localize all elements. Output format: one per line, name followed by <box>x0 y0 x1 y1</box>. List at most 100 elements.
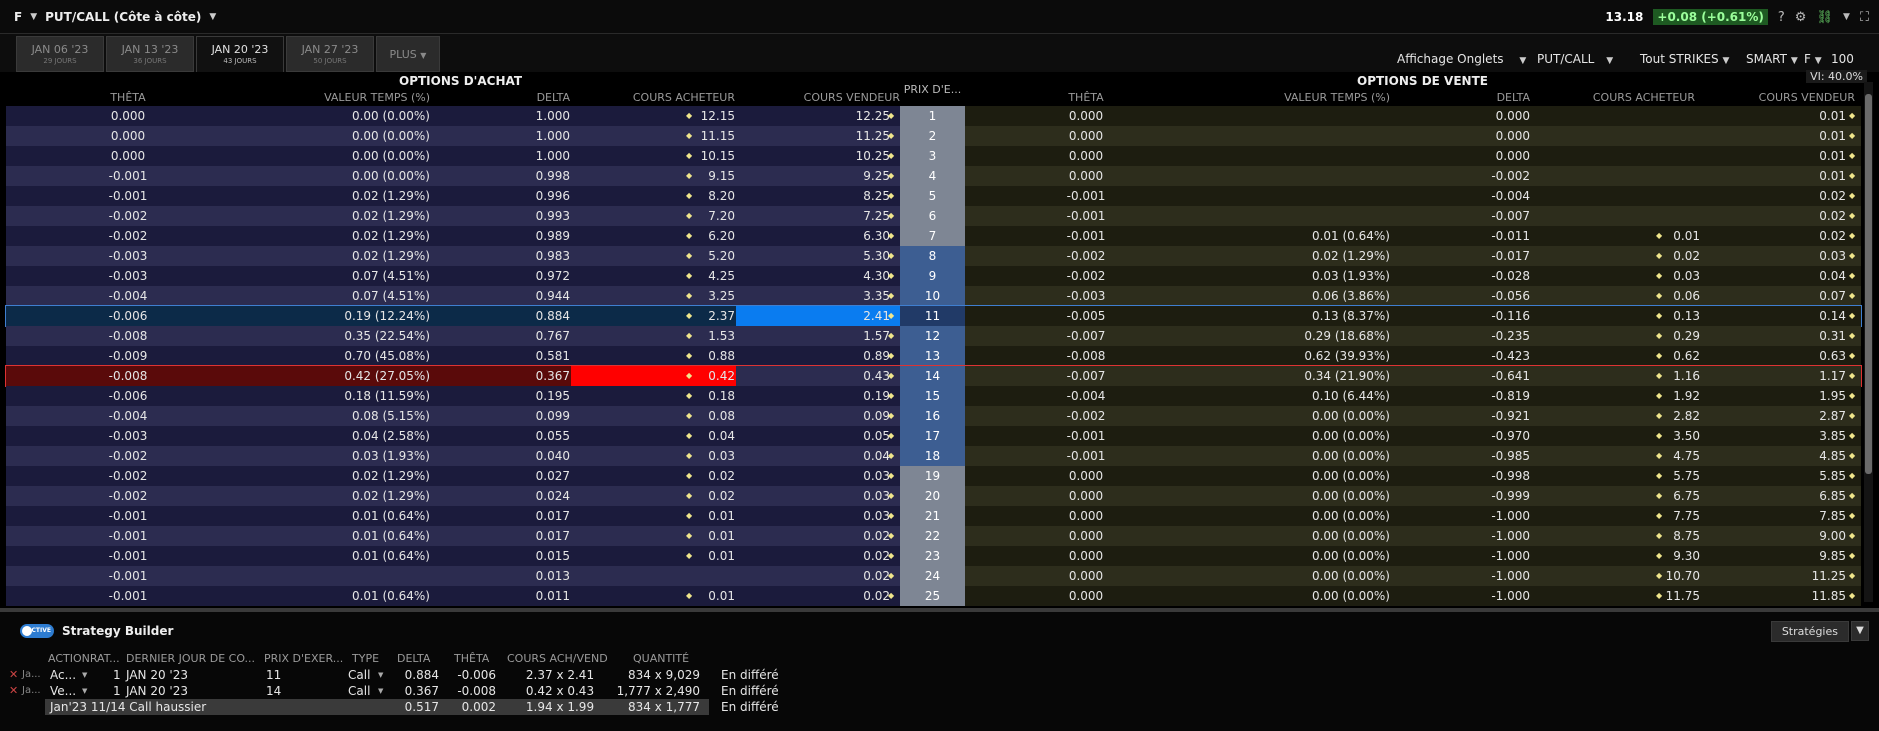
call-ask[interactable]: 0.09 <box>770 406 890 426</box>
call-bid[interactable] <box>635 566 735 586</box>
strike-cell[interactable]: 5 <box>900 186 965 206</box>
call-ask[interactable]: 7.25 <box>770 206 890 226</box>
put-bid[interactable]: 5.75 <box>1600 466 1700 486</box>
link-icon[interactable]: ⛓ <box>1816 10 1833 25</box>
option-row[interactable]: -0.001 0.01 (0.64%) 0.015 ◆ 0.01 0.02 ◆ 23 0.000… <box>6 546 1861 566</box>
call-ask[interactable]: 2.41 <box>770 306 890 326</box>
option-row[interactable]: -0.001 0.02 (1.29%) 0.996 ◆ 8.20 8.25 ◆ 5 -0.001… <box>6 186 1861 206</box>
leg-action[interactable]: Ac... <box>50 667 76 683</box>
gear-icon[interactable]: ⚙ <box>1795 10 1807 25</box>
option-row[interactable]: -0.002 0.02 (1.29%) 0.024 ◆ 0.02 0.03 ◆ 20 0.000… <box>6 486 1861 506</box>
strike-cell[interactable]: 14 <box>900 366 965 386</box>
col-put-bid[interactable]: COURS ACHETEUR <box>1555 91 1695 104</box>
option-row[interactable]: -0.002 0.02 (1.29%) 0.989 ◆ 6.20 6.30 ◆ 7 -0.001… <box>6 226 1861 246</box>
remove-leg-icon[interactable]: ✕ <box>9 667 18 683</box>
put-bid[interactable] <box>1600 126 1700 146</box>
tab-jan-20[interactable]: JAN 20 '23 43 JOURS <box>196 36 284 72</box>
strike-cell[interactable]: 20 <box>900 486 965 506</box>
option-row[interactable]: -0.004 0.08 (5.15%) 0.099 ◆ 0.08 0.09 ◆ 16 -0.00… <box>6 406 1861 426</box>
put-bid[interactable]: 4.75 <box>1600 446 1700 466</box>
call-bid[interactable]: 0.01 <box>635 586 735 606</box>
col-call-timevalue[interactable]: VALEUR TEMPS (%) <box>250 91 430 104</box>
call-ask[interactable]: 0.02 <box>770 566 890 586</box>
option-row[interactable]: -0.006 0.18 (11.59%) 0.195 ◆ 0.18 0.19 ◆ 15 -0.0… <box>6 386 1861 406</box>
sb-col-type[interactable]: TYPE <box>352 652 379 665</box>
remove-leg-icon[interactable]: ✕ <box>9 683 18 699</box>
option-row[interactable]: -0.001 0.00 (0.00%) 0.998 ◆ 9.15 9.25 ◆ 4 0.000-… <box>6 166 1861 186</box>
call-bid[interactable]: 0.42 <box>635 366 735 386</box>
option-row[interactable]: -0.002 0.03 (1.93%) 0.040 ◆ 0.03 0.04 ◆ 18 -0.00… <box>6 446 1861 466</box>
put-bid[interactable] <box>1600 166 1700 186</box>
option-row[interactable]: -0.008 0.35 (22.54%) 0.767 ◆ 1.53 1.57 ◆ 12 -0.0… <box>6 326 1861 346</box>
put-ask[interactable]: 4.85 <box>1720 446 1846 466</box>
leg-strike[interactable]: 11 <box>266 667 281 683</box>
option-row[interactable]: 0.000 0.00 (0.00%) 1.000 ◆ 11.15 11.25 ◆ 2 0.000… <box>6 126 1861 146</box>
window-title[interactable]: PUT/CALL (Côte à côte) <box>45 10 201 24</box>
put-bid[interactable]: 1.16 <box>1600 366 1700 386</box>
call-bid[interactable]: 0.01 <box>635 526 735 546</box>
call-ask[interactable]: 0.19 <box>770 386 890 406</box>
strategies-chevron-down-icon[interactable]: ▼ <box>1851 621 1869 641</box>
put-bid[interactable]: 11.75 <box>1600 586 1700 606</box>
put-bid[interactable] <box>1600 206 1700 226</box>
strike-cell[interactable]: 8 <box>900 246 965 266</box>
strike-cell[interactable]: 1 <box>900 106 965 126</box>
put-ask[interactable]: 7.85 <box>1720 506 1846 526</box>
put-ask[interactable]: 9.85 <box>1720 546 1846 566</box>
call-bid[interactable]: 12.15 <box>635 106 735 126</box>
call-bid[interactable]: 11.15 <box>635 126 735 146</box>
put-ask[interactable]: 3.85 <box>1720 426 1846 446</box>
option-row[interactable]: 0.000 0.00 (0.00%) 1.000 ◆ 10.15 10.25 ◆ 3 0.000… <box>6 146 1861 166</box>
leg-type[interactable]: Call <box>348 667 370 683</box>
menu-chevron-icon[interactable]: ▼ <box>1843 12 1850 22</box>
strike-cell[interactable]: 24 <box>900 566 965 586</box>
col-put-delta[interactable]: DELTA <box>1450 91 1530 104</box>
strike-cell[interactable]: 23 <box>900 546 965 566</box>
call-bid[interactable]: 0.03 <box>635 446 735 466</box>
put-ask[interactable]: 0.02 <box>1720 186 1846 206</box>
strike-cell[interactable]: 10 <box>900 286 965 306</box>
option-row[interactable]: -0.003 0.04 (2.58%) 0.055 ◆ 0.04 0.05 ◆ 17 -0.00… <box>6 426 1861 446</box>
call-bid[interactable]: 4.25 <box>635 266 735 286</box>
strike-cell[interactable]: 17 <box>900 426 965 446</box>
option-row[interactable]: -0.002 0.02 (1.29%) 0.993 ◆ 7.20 7.25 ◆ 6 -0.001… <box>6 206 1861 226</box>
put-bid[interactable]: 0.29 <box>1600 326 1700 346</box>
symbol-selector[interactable]: F <box>14 10 22 24</box>
put-ask[interactable]: 0.04 <box>1720 266 1846 286</box>
leg-ratio[interactable]: 1 <box>113 683 121 699</box>
chevron-down-icon[interactable]: ▼ <box>82 683 87 699</box>
strike-header[interactable]: PRIX D'E... <box>900 83 965 96</box>
sb-col-theta[interactable]: THÊTA <box>454 652 489 665</box>
col-put-ask[interactable]: COURS VENDEUR <box>1715 91 1855 104</box>
option-row[interactable]: -0.008 0.42 (27.05%) 0.367 ◆ 0.42 0.43 ◆ 14 -0.0… <box>5 365 1862 387</box>
chevron-down-icon[interactable]: ▼ <box>378 683 383 699</box>
symbol-select[interactable]: F ▼ <box>1804 52 1822 66</box>
col-put-theta[interactable]: THÊTA <box>1046 91 1126 104</box>
put-ask[interactable]: 0.31 <box>1720 326 1846 346</box>
strike-cell[interactable]: 15 <box>900 386 965 406</box>
put-ask[interactable]: 11.25 <box>1720 566 1846 586</box>
col-call-ask[interactable]: COURS VENDEUR <box>760 91 900 104</box>
quantity-field[interactable]: 100 <box>1831 52 1854 66</box>
put-ask[interactable]: 0.03 <box>1720 246 1846 266</box>
expand-icon[interactable]: ⛶ <box>1860 10 1869 25</box>
call-ask[interactable]: 0.02 <box>770 586 890 606</box>
put-ask[interactable]: 0.02 <box>1720 206 1846 226</box>
call-bid[interactable]: 0.88 <box>635 346 735 366</box>
call-bid[interactable]: 0.18 <box>635 386 735 406</box>
call-bid[interactable]: 0.02 <box>635 486 735 506</box>
call-bid[interactable]: 8.20 <box>635 186 735 206</box>
call-bid[interactable]: 0.08 <box>635 406 735 426</box>
option-row[interactable]: -0.002 0.02 (1.29%) 0.027 ◆ 0.02 0.03 ◆ 19 0.000… <box>6 466 1861 486</box>
call-ask[interactable]: 8.25 <box>770 186 890 206</box>
call-ask[interactable]: 0.03 <box>770 486 890 506</box>
strategy-leg-row[interactable]: ✕ Ja... Ac... ▼ 1 JAN 20 '23 11 Call ▼ 0… <box>0 667 1879 683</box>
tab-jan-06[interactable]: JAN 06 '23 29 JOURS <box>16 36 104 72</box>
call-bid[interactable]: 0.01 <box>635 506 735 526</box>
put-bid[interactable]: 6.75 <box>1600 486 1700 506</box>
call-ask[interactable]: 4.30 <box>770 266 890 286</box>
strike-cell[interactable]: 7 <box>900 226 965 246</box>
call-ask[interactable]: 10.25 <box>770 146 890 166</box>
put-ask[interactable]: 0.01 <box>1720 166 1846 186</box>
strike-cell[interactable]: 2 <box>900 126 965 146</box>
